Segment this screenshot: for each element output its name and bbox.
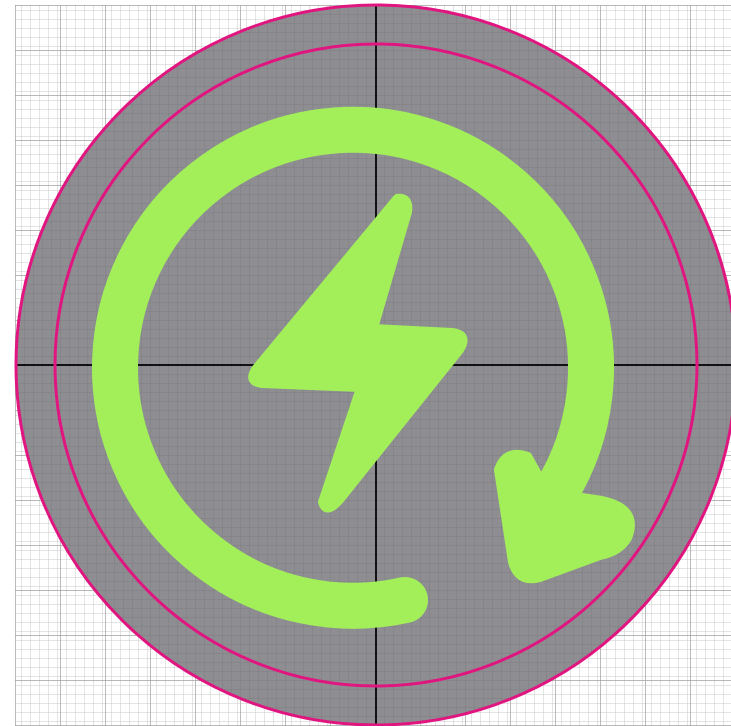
icon-artboard	[14, 3, 731, 726]
icon-canvas	[0, 0, 731, 726]
